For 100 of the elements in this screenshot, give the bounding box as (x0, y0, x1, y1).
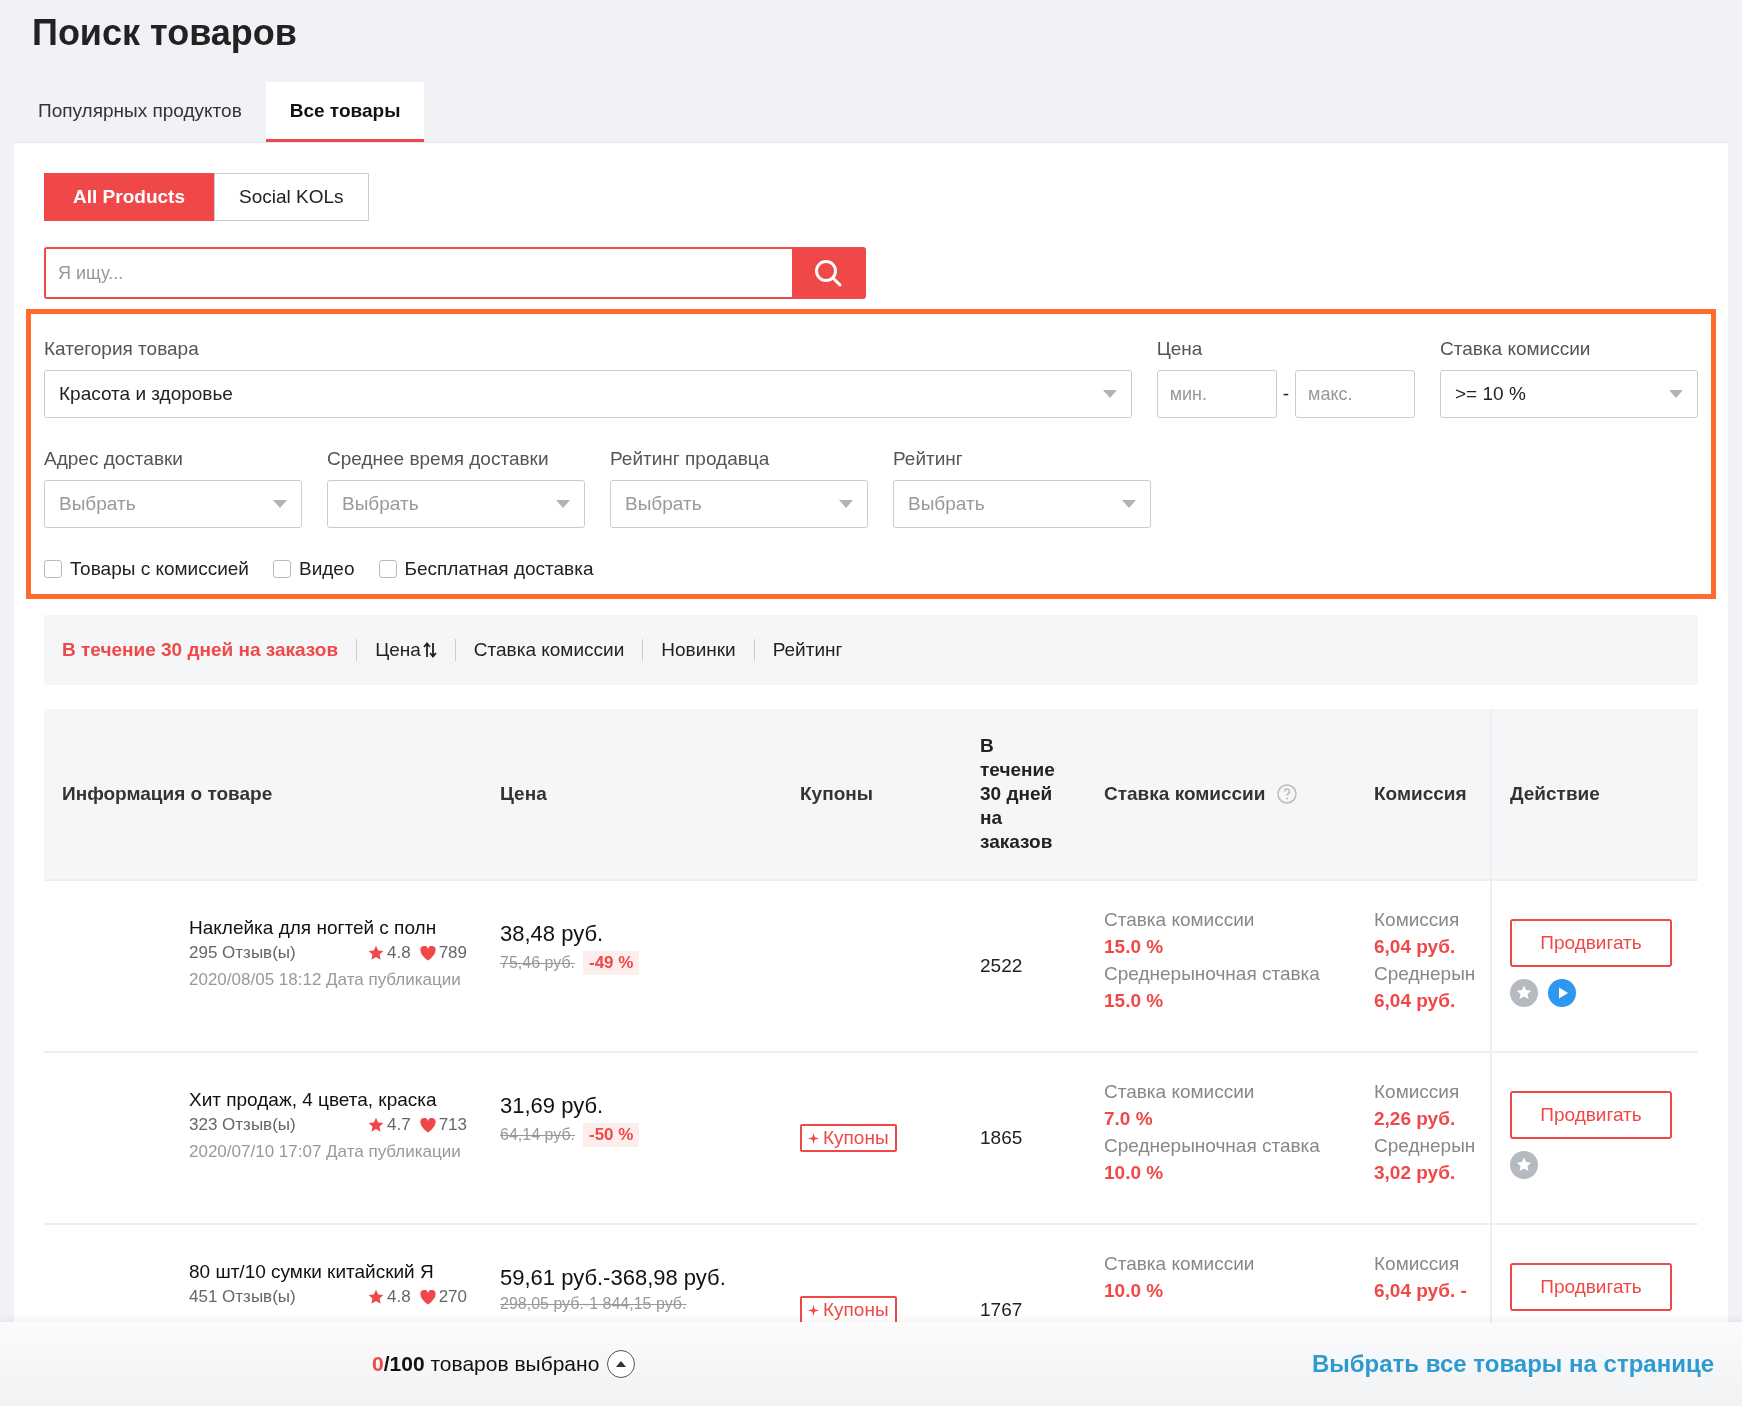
market-rate: 15.0 % (1104, 990, 1165, 1012)
review-count: 295 Отзыв(ы) (189, 943, 296, 963)
caret-icon (273, 500, 287, 508)
play-icon (1548, 979, 1576, 1007)
commission-amount: 6,04 руб. (1374, 936, 1457, 958)
search-icon (813, 258, 843, 288)
tab[interactable]: Популярных продуктов (14, 82, 266, 142)
segment-button[interactable]: Social KOLs (214, 173, 369, 221)
column-header: Действие (1510, 783, 1600, 805)
checkbox[interactable] (378, 560, 397, 578)
old-price: 298,05 руб.-1 844,15 руб. (500, 1295, 687, 1313)
field-label: Адрес доставки (44, 448, 184, 470)
dropdown[interactable]: Выбрать (610, 480, 868, 528)
commission-label: Комиссия (1374, 909, 1461, 931)
commission-label: Комиссия (1374, 1253, 1461, 1275)
market-rate-label: Среднерыночная ставка (1104, 1135, 1321, 1157)
heart-icon (419, 1289, 436, 1305)
rate-label: Ставка комиссии (1104, 909, 1256, 931)
column-header: В течение 30 дней на заказов (980, 734, 1056, 854)
market-commission: 3,02 руб. (1374, 1162, 1457, 1184)
star-icon (368, 945, 384, 961)
dropdown[interactable]: Красота и здоровье (44, 370, 1132, 418)
rate-label: Ставка комиссии (1104, 1253, 1256, 1275)
review-count: 451 Отзыв(ы) (189, 1287, 296, 1307)
segment-button[interactable]: All Products (44, 173, 214, 221)
selection-count: 0/100 товаров выбрано (372, 1352, 600, 1376)
market-rate: 10.0 % (1104, 1162, 1165, 1184)
checkbox[interactable] (44, 560, 62, 578)
promote-button[interactable]: Продвигать (1510, 1263, 1672, 1311)
caret-icon (839, 500, 853, 508)
rating-value: 4.8 (387, 943, 411, 963)
sparkle-icon (808, 1304, 819, 1316)
field-label: Рейтинг (893, 448, 964, 470)
caret-icon (556, 500, 570, 508)
commission-rate: 7.0 % (1104, 1108, 1154, 1130)
caret-icon (1122, 500, 1136, 508)
market-rate-label: Среднерыночная ставка (1104, 963, 1321, 985)
publish-date: 2020/08/05 18:12 Дата публикации (189, 969, 462, 991)
price-min-field[interactable]: мин. (1156, 370, 1277, 418)
sort-option[interactable]: Рейтинг (754, 639, 861, 661)
field-label: Цена (1156, 338, 1204, 360)
like-count: 713 (438, 1115, 467, 1135)
discount-badge: -49 % (583, 951, 640, 975)
promote-button[interactable]: Продвигать (1510, 919, 1672, 967)
sort-option[interactable]: Новинки (643, 639, 754, 661)
commission-rate: 10.0 % (1104, 1280, 1165, 1302)
order-count: 2522 (980, 955, 1024, 977)
field-label: Категория товара (44, 338, 200, 360)
sort-option[interactable]: Ставка комиссии (455, 639, 643, 661)
expand-button[interactable] (607, 1350, 636, 1378)
old-price: 64,14 руб. (500, 1126, 575, 1144)
star-icon (368, 1289, 384, 1305)
select-all-link[interactable]: Выбрать все товары на странице (1311, 1350, 1714, 1378)
order-count: 1865 (980, 1127, 1024, 1149)
publish-date: 2020/07/10 17:07 Дата публикации (189, 1141, 462, 1163)
caret-icon (616, 1361, 627, 1367)
heart-icon (419, 945, 436, 961)
dropdown[interactable]: Выбрать (893, 480, 1151, 528)
caret-icon (1669, 390, 1683, 398)
dropdown[interactable]: >= 10 % (1440, 370, 1698, 418)
market-commission-label: Среднерын (1374, 1135, 1477, 1157)
order-count: 1767 (980, 1299, 1024, 1321)
sort-option[interactable]: Цена (357, 639, 455, 661)
commission-rate: 15.0 % (1104, 936, 1165, 958)
price: 38,48 руб. (500, 921, 605, 947)
search-field[interactable]: Я ищу... (44, 247, 866, 299)
column-header: Информация о товаре (62, 783, 273, 805)
rate-label: Ставка комиссии (1104, 1081, 1256, 1103)
old-price: 75,46 руб. (500, 954, 575, 972)
checkbox-label: Видео (299, 558, 355, 580)
field-label: Рейтинг продавца (610, 448, 771, 470)
search-button[interactable] (792, 249, 864, 297)
like-count: 789 (438, 943, 467, 963)
caret-icon (1102, 390, 1117, 398)
market-commission: 6,04 руб. (1374, 990, 1457, 1012)
product-name: Наклейка для ногтей с полн (189, 917, 438, 939)
rating-value: 4.8 (387, 1287, 411, 1307)
page-title: Поиск товаров (31, 11, 298, 55)
discount-badge: -50 % (583, 1123, 640, 1147)
dropdown[interactable]: Выбрать (44, 480, 302, 528)
column-header: Комиссия (1374, 783, 1467, 805)
column-header: Купоны (800, 783, 873, 805)
market-commission-label: Среднерын (1374, 963, 1477, 985)
promote-button[interactable]: Продвигать (1510, 1091, 1672, 1139)
checkbox[interactable] (273, 560, 291, 578)
price-max-field[interactable]: макс. (1295, 370, 1415, 418)
dropdown[interactable]: Выбрать (327, 480, 585, 528)
price: 59,61 руб.-368,98 руб. (500, 1265, 727, 1291)
heart-icon (419, 1117, 436, 1133)
sort-option[interactable]: В течение 30 дней на заказов (62, 639, 357, 661)
help-icon (1277, 784, 1298, 804)
product-name: 80 шт/10 сумки китайский Я (189, 1261, 435, 1283)
commission-amount: 6,04 руб. - (1374, 1280, 1468, 1302)
coupon-text: Купоны (823, 1299, 889, 1321)
price: 31,69 руб. (500, 1093, 605, 1119)
separator: - (1282, 383, 1289, 405)
column-header: Цена (500, 783, 547, 805)
checkbox-label: Бесплатная доставка (404, 558, 594, 580)
tab[interactable]: Все товары (265, 82, 425, 142)
column-header: Ставка комиссии (1104, 783, 1266, 805)
